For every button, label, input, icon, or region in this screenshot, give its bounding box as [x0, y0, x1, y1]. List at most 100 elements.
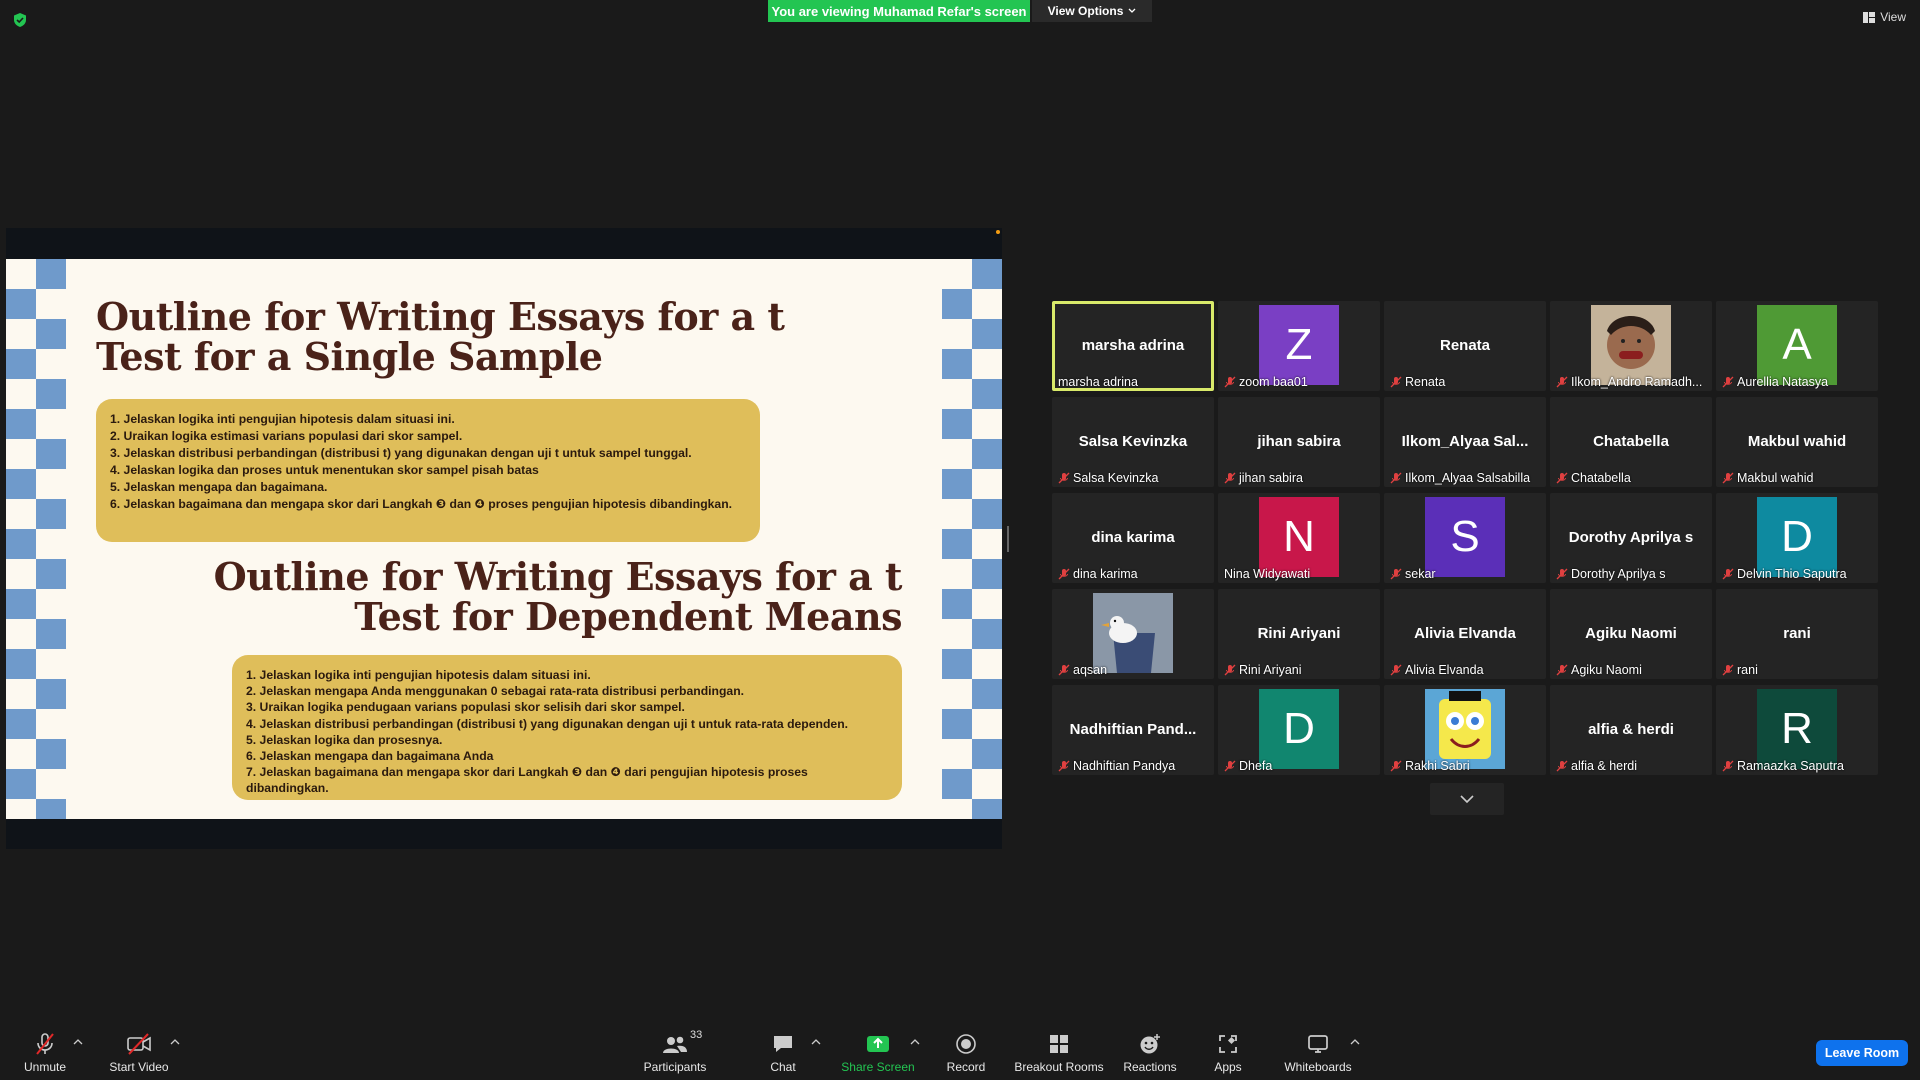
participant-display-name: Chatabella: [1593, 433, 1669, 450]
participant-tile[interactable]: Alivia Elvanda Alivia Elvanda: [1384, 589, 1546, 679]
participant-avatar: D: [1757, 497, 1837, 577]
apps-button[interactable]: Apps: [1210, 1026, 1246, 1080]
participant-name: Ilkom_Andro Ramadh...: [1571, 375, 1703, 389]
participant-name-label: aqsan: [1058, 663, 1210, 677]
unmute-button[interactable]: Unmute: [20, 1026, 70, 1080]
chat-button[interactable]: Chat: [763, 1026, 803, 1080]
participant-tile[interactable]: Salsa Kevinzka Salsa Kevinzka: [1052, 397, 1214, 487]
participant-name-label: Ramaazka Saputra: [1722, 759, 1874, 773]
slide-title-single-sample: Outline for Writing Essays for a t Test …: [96, 297, 785, 377]
cartoon-photo: [1425, 689, 1505, 769]
video-options-caret-icon[interactable]: [170, 1038, 180, 1046]
title2-line2: Test for Dependent Means: [354, 594, 902, 639]
participant-name-label: sekar: [1390, 567, 1542, 581]
mic-muted-icon: [1556, 472, 1568, 484]
participant-avatar: N: [1259, 497, 1339, 577]
participant-tile[interactable]: Rini Ariyani Rini Ariyani: [1218, 589, 1380, 679]
participant-tile[interactable]: Ilkom_Andro Ramadh...: [1550, 301, 1712, 391]
participant-tile[interactable]: Renata Renata: [1384, 301, 1546, 391]
outline-item: 6. Jelaskan bagaimana dan mengapa skor d…: [110, 497, 733, 511]
participant-display-name: Rini Ariyani: [1257, 625, 1341, 642]
participant-tile[interactable]: Dorothy Aprilya s Dorothy Aprilya s: [1550, 493, 1712, 583]
whiteboards-label: Whiteboards: [1284, 1060, 1352, 1074]
presentation-slide: Outline for Writing Essays for a t Test …: [6, 259, 1002, 819]
outline-item: 3. Jelaskan distribusi perbandingan (dis…: [110, 446, 692, 460]
participant-tile[interactable]: A Aurellia Natasya: [1716, 301, 1878, 391]
outline-item: 2. Uraikan logika estimasi varians popul…: [110, 429, 463, 443]
share-options-caret-icon[interactable]: [910, 1038, 920, 1046]
participant-tile[interactable]: Ssekar: [1384, 493, 1546, 583]
participant-video-frame: [1591, 305, 1671, 385]
outline-item: 6. Jelaskan mengapa dan bagaimana Anda: [246, 749, 494, 764]
participant-name: Alivia Elvanda: [1405, 663, 1484, 677]
start-video-button[interactable]: Start Video: [104, 1026, 174, 1080]
participant-name-label: zoom baa01: [1224, 375, 1376, 389]
share-screen-button[interactable]: Share Screen: [838, 1026, 918, 1080]
participant-tile[interactable]: Nadhiftian Pand... Nadhiftian Pandya: [1052, 685, 1214, 775]
microphone-muted-icon: [36, 1033, 54, 1055]
outline-item: 2. Jelaskan mengapa Anda menggunakan 0 s…: [246, 684, 745, 699]
participant-name-label: Agiku Naomi: [1556, 663, 1708, 677]
participant-name: dina karima: [1073, 567, 1138, 581]
shared-screen: Outline for Writing Essays for a t Test …: [6, 228, 1002, 849]
participant-name-label: Renata: [1390, 375, 1542, 389]
participant-name: Agiku Naomi: [1571, 663, 1642, 677]
chat-options-caret-icon[interactable]: [811, 1038, 821, 1046]
participant-tile[interactable]: alfia & herdi alfia & herdi: [1550, 685, 1712, 775]
participant-avatar: Z: [1259, 305, 1339, 385]
participant-display-name: Makbul wahid: [1747, 433, 1847, 450]
participant-name-label: Makbul wahid: [1722, 471, 1874, 485]
security-shield-icon[interactable]: [12, 12, 28, 28]
participants-button[interactable]: Participants 33: [640, 1026, 710, 1080]
split-resize-handle[interactable]: [1007, 526, 1009, 552]
leave-room-button[interactable]: Leave Room: [1816, 1040, 1908, 1066]
record-button[interactable]: Record: [946, 1026, 986, 1080]
gallery-next-page-button[interactable]: [1430, 783, 1504, 815]
participant-name: rani: [1737, 663, 1758, 677]
view-layout-button[interactable]: View: [1863, 10, 1906, 24]
participant-tile[interactable]: aqsan: [1052, 589, 1214, 679]
participant-display-name: alfia & herdi: [1588, 721, 1674, 738]
participant-name: Chatabella: [1571, 471, 1631, 485]
participant-tile[interactable]: Agiku Naomi Agiku Naomi: [1550, 589, 1712, 679]
breakout-rooms-icon: [1050, 1035, 1068, 1053]
participant-tile[interactable]: N Nina Widyawati: [1218, 493, 1380, 583]
participant-tile[interactable]: Ilkom_Alyaa Sal... Ilkom_Alyaa Salsabilla: [1384, 397, 1546, 487]
view-options-button[interactable]: View Options: [1032, 0, 1152, 22]
participant-name: Nina Widyawati: [1224, 567, 1311, 581]
participant-tile[interactable]: D Dhefa: [1218, 685, 1380, 775]
mic-muted-icon: [1390, 568, 1402, 580]
participant-name-label: rani: [1722, 663, 1874, 677]
participant-tile[interactable]: dina karima dina karima: [1052, 493, 1214, 583]
participant-tile[interactable]: R Ramaazka Saputra: [1716, 685, 1878, 775]
share-screen-icon: [867, 1036, 889, 1052]
audio-options-caret-icon[interactable]: [73, 1038, 83, 1046]
reactions-button[interactable]: Reactions: [1123, 1026, 1177, 1080]
participant-name: Aurellia Natasya: [1737, 375, 1829, 389]
mic-muted-icon: [1224, 664, 1236, 676]
participant-tile[interactable]: Rakhi Sabri: [1384, 685, 1546, 775]
participant-tile[interactable]: Chatabella Chatabella: [1550, 397, 1712, 487]
participant-tile[interactable]: D Delvin Thio Saputra: [1716, 493, 1878, 583]
participant-name-label: Nadhiftian Pandya: [1058, 759, 1210, 773]
participant-name: aqsan: [1073, 663, 1108, 677]
mic-muted-icon: [1390, 472, 1402, 484]
breakout-rooms-button[interactable]: Breakout Rooms: [1014, 1026, 1104, 1080]
mic-muted-icon: [1224, 760, 1236, 772]
outline-box-dependent-means: 1. Jelaskan logika inti pengujian hipote…: [232, 655, 902, 800]
view-options-label: View Options: [1047, 4, 1124, 18]
participant-tile[interactable]: rani rani: [1716, 589, 1878, 679]
outline-item: 7. Jelaskan bagaimana dan mengapa skor d…: [246, 765, 808, 796]
outline-item: 1. Jelaskan logika inti pengujian hipote…: [246, 668, 591, 682]
participant-display-name: jihan sabira: [1257, 433, 1341, 450]
whiteboards-button[interactable]: Whiteboards: [1283, 1026, 1353, 1080]
participant-tile[interactable]: Makbul wahid Makbul wahid: [1716, 397, 1878, 487]
mic-muted-icon: [1058, 568, 1070, 580]
participant-tile[interactable]: marsha adrina marsha adrina: [1052, 301, 1214, 391]
chevron-down-icon: [1460, 795, 1474, 804]
participant-tile[interactable]: jihan sabira jihan sabira: [1218, 397, 1380, 487]
whiteboard-options-caret-icon[interactable]: [1350, 1038, 1360, 1046]
mic-muted-icon: [1224, 472, 1236, 484]
participant-name-label: Aurellia Natasya: [1722, 375, 1874, 389]
participant-tile[interactable]: Zzoom baa01: [1218, 301, 1380, 391]
